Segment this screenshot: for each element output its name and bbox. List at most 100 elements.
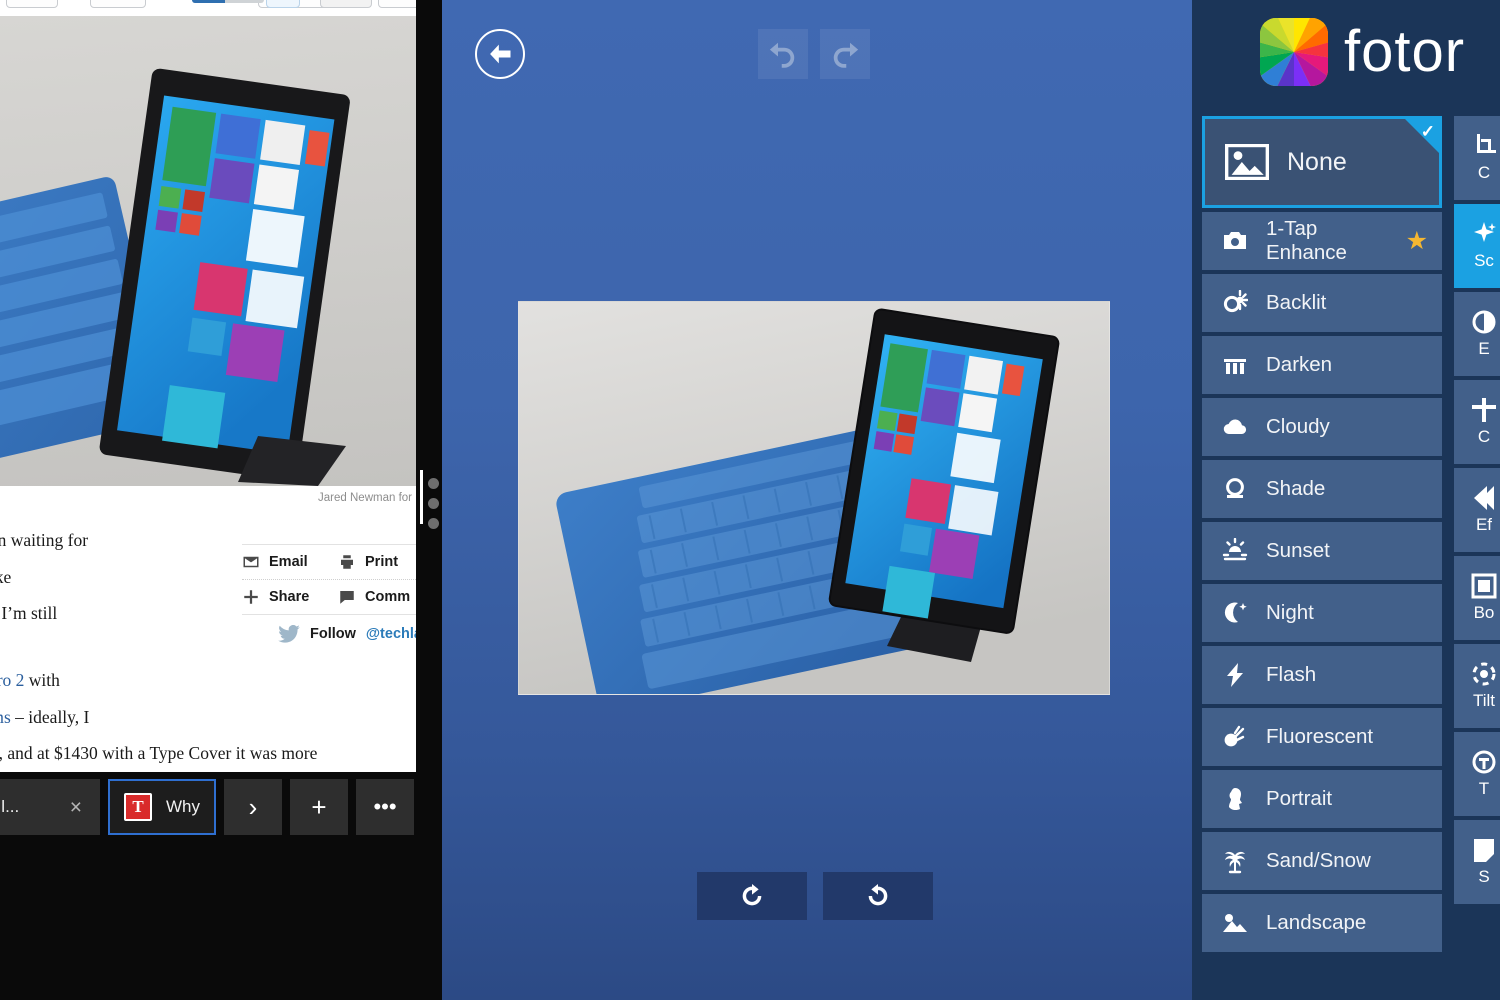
filter-label: Sand/Snow: [1266, 849, 1371, 872]
form-control[interactable]: [378, 0, 416, 8]
filter-item-fluorescent[interactable]: Fluorescent: [1202, 708, 1442, 766]
tool-text[interactable]: T: [1454, 732, 1500, 816]
rotate-right-button[interactable]: [823, 872, 933, 920]
surface-pro-2-link[interactable]: Surface Pro 2: [0, 670, 24, 690]
tool-label: Bo: [1473, 603, 1495, 622]
fotor-color-wheel-logo: [1260, 18, 1328, 86]
fx-icon: [1474, 486, 1494, 510]
filter-item-none[interactable]: None ✓: [1202, 116, 1442, 208]
filter-list: None ✓ 1-Tap Enhance ★ Backlit Darken Cl…: [1202, 116, 1442, 956]
p2-mid: with: [24, 670, 60, 690]
new-tab-button[interactable]: +: [290, 779, 348, 835]
darken-icon: [1224, 359, 1246, 374]
tool-color[interactable]: C: [1454, 380, 1500, 464]
rotate-counterclockwise-icon: [742, 884, 762, 906]
edited-photo[interactable]: [518, 301, 1110, 695]
portrait-icon: [1229, 788, 1242, 811]
back-button[interactable]: [475, 29, 525, 79]
tab-scroll-forward-button[interactable]: ›: [224, 779, 282, 835]
tool-effects[interactable]: E: [1454, 292, 1500, 376]
filter-item-landscape[interactable]: Landscape: [1202, 894, 1442, 952]
undo-icon: [769, 42, 795, 68]
tool-label: Sc: [1474, 251, 1494, 270]
brand-name: fotor: [1344, 19, 1466, 84]
tab-inactive[interactable]: our l... ×: [0, 779, 100, 835]
hybrid-dreams-link[interactable]: brid of my dreams: [0, 707, 11, 727]
tab-strip: our l... × T Why › + •••: [0, 779, 414, 835]
filter-item-portrait[interactable]: Portrait: [1202, 770, 1442, 828]
printer-icon: [341, 555, 353, 569]
check-icon: ✓: [1420, 122, 1435, 141]
effects-icon: [1472, 310, 1496, 334]
tool-sticker[interactable]: S: [1454, 820, 1500, 904]
filter-label: Landscape: [1266, 911, 1367, 934]
follow-twitter-button[interactable]: Follow @techland: [242, 615, 416, 653]
splitter-grip[interactable]: [428, 478, 439, 529]
tab-close-icon[interactable]: ×: [70, 797, 82, 818]
tool-fx[interactable]: Ef: [1454, 468, 1500, 552]
palm-tree-icon: [1225, 851, 1245, 874]
rotate-clockwise-icon: [868, 884, 888, 906]
tiltshift-icon: [1472, 662, 1496, 686]
back-arrow-icon: [490, 44, 511, 64]
twitter-bird-icon: [278, 625, 300, 643]
filter-item-shade[interactable]: Shade: [1202, 460, 1442, 518]
form-control[interactable]: [90, 0, 146, 8]
share-button[interactable]: Share: [242, 588, 338, 606]
photo-credit: Jared Newman for: [318, 492, 412, 504]
filter-item-sunset[interactable]: Sunset: [1202, 522, 1442, 580]
tab-more-button[interactable]: •••: [356, 779, 414, 835]
form-control[interactable]: [266, 0, 300, 8]
email-button[interactable]: Email: [242, 553, 338, 571]
filter-label: 1-Tap Enhance: [1266, 217, 1347, 264]
filter-item-cloudy[interactable]: Cloudy: [1202, 398, 1442, 456]
comment-button[interactable]: Comm: [338, 588, 410, 606]
twitter-handle[interactable]: @techland: [366, 626, 416, 642]
filter-label: Cloudy: [1266, 415, 1330, 438]
filter-item-night[interactable]: Night: [1202, 584, 1442, 642]
tool-label: T: [1478, 779, 1490, 798]
rotate-left-button[interactable]: [697, 872, 807, 920]
tool-label: Ef: [1475, 515, 1493, 534]
article-hero-photo: [0, 16, 416, 486]
tool-label: C: [1477, 163, 1491, 182]
progress-bar: [192, 0, 264, 3]
web-page: Jared Newman for dows 8, I’ve been waiti…: [0, 16, 416, 836]
undo-button[interactable]: [758, 29, 808, 79]
comment-bubble-icon: [340, 591, 354, 604]
tab-title: Why: [166, 797, 200, 816]
panel-splitter[interactable]: [416, 0, 442, 1000]
favorite-star-icon: ★: [1405, 226, 1428, 255]
filter-item-darken[interactable]: Darken: [1202, 336, 1442, 394]
shade-icon: [1226, 478, 1244, 498]
filter-label: Sunset: [1266, 539, 1330, 562]
tool-column: C Sc E C Ef Bo Tilt T S: [1454, 116, 1500, 908]
filter-item-backlit[interactable]: Backlit: [1202, 274, 1442, 332]
filter-item-1-tap-enhance[interactable]: 1-Tap Enhance ★: [1202, 212, 1442, 270]
envelope-icon: [243, 556, 259, 568]
tool-crop[interactable]: C: [1454, 116, 1500, 200]
backlit-icon: [1223, 290, 1248, 313]
filter-item-flash[interactable]: Flash: [1202, 646, 1442, 704]
tab-active[interactable]: T Why: [108, 779, 216, 835]
redo-icon: [833, 42, 859, 68]
sticker-icon: [1474, 839, 1494, 862]
tool-border[interactable]: Bo: [1454, 556, 1500, 640]
tool-label: C: [1477, 427, 1491, 446]
form-control[interactable]: [6, 0, 58, 8]
web-form-strip: [0, 0, 416, 16]
tool-label: Tilt: [1472, 691, 1496, 710]
tool-tiltshift[interactable]: Tilt: [1454, 644, 1500, 728]
redo-button[interactable]: [820, 29, 870, 79]
sunset-icon: [1222, 538, 1248, 561]
photo-editor-canvas-area: [442, 0, 1192, 1000]
print-button[interactable]: Print: [338, 553, 398, 571]
splitter-line: [420, 470, 423, 524]
fotor-sidebar: fotor None ✓ 1-Tap Enhance ★ Backlit Dar…: [1192, 0, 1500, 1000]
tab-title: our l...: [0, 797, 20, 816]
form-control[interactable]: [320, 0, 372, 8]
moon-icon: [1224, 602, 1247, 623]
filter-item-sand-snow[interactable]: Sand/Snow: [1202, 832, 1442, 890]
photo-icon: [1225, 144, 1269, 180]
tool-scenes[interactable]: Sc: [1454, 204, 1500, 288]
